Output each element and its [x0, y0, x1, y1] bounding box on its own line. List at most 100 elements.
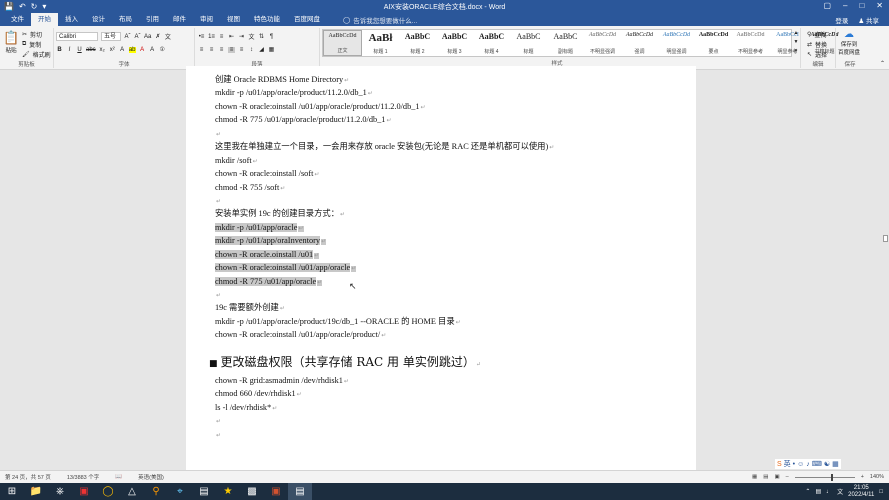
zoom-thumb[interactable] — [830, 473, 833, 481]
tab-features[interactable]: 特色功能 — [247, 13, 287, 26]
tell-me-box[interactable]: ◯ 告诉我您想要做什么... — [343, 15, 417, 25]
shrink-font-icon[interactable]: Aˇ — [134, 34, 141, 40]
vpn-icon[interactable]: ⎈ — [48, 483, 72, 500]
style-heading3[interactable]: AaBbC 标题 3 — [436, 30, 473, 56]
tab-layout[interactable]: 布局 — [112, 13, 139, 26]
word-count[interactable]: 13/3883 个字 — [67, 473, 99, 481]
font-size-box[interactable]: 五号 — [101, 32, 121, 41]
zoom-slider[interactable] — [794, 473, 855, 481]
cube-app-icon[interactable]: △ — [120, 483, 144, 500]
chinese-layout-icon[interactable]: 文 — [248, 32, 255, 41]
vertical-scrollbar[interactable] — [881, 70, 889, 470]
tab-baidu[interactable]: 百度网盘 — [287, 13, 327, 26]
bullets-icon[interactable]: •≡ — [198, 34, 205, 40]
align-right-icon[interactable]: ≡ — [218, 47, 225, 53]
language[interactable]: 英语(美国) — [138, 473, 164, 481]
tab-references[interactable]: 引用 — [139, 13, 166, 26]
sort-icon[interactable]: ⇅ — [258, 33, 265, 40]
cut-button[interactable]: ✂ 剪切 — [22, 30, 42, 39]
zoom-level[interactable]: 140% — [870, 474, 884, 480]
tools-icon[interactable]: ▦ — [832, 460, 839, 468]
chrome-icon[interactable]: ◯ — [96, 483, 120, 500]
style-heading1[interactable]: AaBł 标题 1 — [362, 30, 399, 56]
char-shading-icon[interactable]: A — [149, 47, 156, 53]
decrease-indent-icon[interactable]: ⇤ — [228, 33, 235, 40]
search-app-icon[interactable]: ⚲ — [144, 483, 168, 500]
superscript-icon[interactable]: x² — [109, 47, 116, 53]
style-title[interactable]: AaBbC 标题 — [510, 30, 547, 56]
wps-icon[interactable]: ▣ — [72, 483, 96, 500]
style-emphasis[interactable]: AaBbCcDd 强调 — [621, 30, 658, 56]
grow-font-icon[interactable]: Aˆ — [124, 34, 131, 40]
style-intense-emphasis[interactable]: AaBbCcDd 明显强调 — [658, 30, 695, 56]
underline-icon[interactable]: U — [76, 47, 83, 53]
file-explorer-icon[interactable]: 📁 — [24, 483, 48, 500]
find-button[interactable]: ⚲ 查找 — [807, 30, 826, 39]
login-link[interactable]: 登录 — [835, 15, 848, 25]
font-name-box[interactable]: Calibri — [56, 32, 98, 41]
format-painter-button[interactable]: 🖌 格式刷 — [22, 50, 51, 59]
tab-file[interactable]: 文件 — [4, 13, 31, 26]
strikethrough-icon[interactable]: abc — [86, 47, 96, 53]
multilevel-icon[interactable]: ≡ — [218, 34, 225, 40]
tab-insert[interactable]: 插入 — [58, 13, 85, 26]
save-baidu-button[interactable]: ☁ 保存到 百度网盘 — [838, 29, 860, 56]
word-app-icon[interactable]: ▤ — [288, 483, 312, 500]
proofing-icon[interactable]: 📖 — [115, 474, 122, 480]
tray-ime-icon[interactable]: 文 — [837, 487, 843, 496]
clock[interactable]: 21:05 2022/4/11 — [848, 485, 874, 499]
highlight-icon[interactable]: ab — [128, 46, 136, 53]
tab-home[interactable]: 开始 — [31, 13, 58, 26]
web-layout-icon[interactable]: ▣ — [774, 474, 779, 480]
start-icon[interactable]: ⊞ — [0, 483, 24, 500]
more-styles-icon[interactable]: ▾ — [793, 47, 799, 56]
ribbon-options-icon[interactable]: ▢ — [823, 1, 831, 10]
mic-icon[interactable]: ♪ — [806, 461, 810, 468]
ime-lang[interactable]: 英 — [784, 459, 791, 469]
style-subtle-emphasis[interactable]: AaBbCcDd 不明显强调 — [584, 30, 621, 56]
network-icon[interactable]: ▤ — [815, 488, 821, 495]
show-marks-icon[interactable]: ¶ — [268, 34, 275, 40]
punct-icon[interactable]: • — [793, 461, 795, 468]
styles-scroll[interactable]: ▲ ▼ ▾ — [793, 29, 799, 57]
numbering-icon[interactable]: 1≡ — [208, 34, 215, 40]
share-button[interactable]: ♟ 共享 — [858, 15, 879, 25]
style-strong[interactable]: AaBbCcDd 要点 — [695, 30, 732, 56]
italic-icon[interactable]: I — [66, 47, 73, 53]
copy-button[interactable]: ⧉ 复制 — [22, 40, 41, 49]
tab-view[interactable]: 视图 — [220, 13, 247, 26]
page-count[interactable]: 第 24 页，共 57 页 — [5, 473, 51, 481]
justify-icon[interactable]: ≡ — [228, 46, 235, 53]
bold-icon[interactable]: B — [56, 47, 63, 53]
emoji-icon[interactable]: ☺ — [797, 461, 804, 468]
zoom-out-icon[interactable]: – — [786, 474, 789, 480]
font-color-icon[interactable]: A — [139, 47, 146, 53]
minimize-icon[interactable]: – — [843, 1, 847, 10]
scroll-up-icon[interactable]: ▲ — [793, 29, 799, 38]
keyboard-icon[interactable]: ⌨ — [812, 460, 822, 468]
paste-button[interactable]: 📋 粘贴 — [3, 30, 19, 54]
tab-review[interactable]: 审阅 — [193, 13, 220, 26]
powerpoint-icon[interactable]: ▣ — [264, 483, 288, 500]
phonetic-icon[interactable]: 文 — [164, 32, 171, 41]
tray-arrow-icon[interactable]: ⌃ — [805, 488, 810, 495]
replace-button[interactable]: ⇄ 替换 — [807, 40, 827, 49]
tab-mailings[interactable]: 邮件 — [166, 13, 193, 26]
read-mode-icon[interactable]: ▦ — [752, 474, 757, 480]
media-app-icon[interactable]: ▩ — [240, 483, 264, 500]
star-app-icon[interactable]: ★ — [216, 483, 240, 500]
close-icon[interactable]: ✕ — [876, 1, 883, 10]
scroll-down-icon[interactable]: ▼ — [793, 38, 799, 47]
notification-icon[interactable]: □ — [879, 489, 883, 495]
text-effects-icon[interactable]: A — [119, 47, 126, 53]
document-page[interactable]: 创建 Oracle RDBMS Home Directory↵ mkdir -p… — [186, 66, 696, 470]
shading-icon[interactable]: ◢ — [258, 46, 265, 53]
style-heading2[interactable]: AaBbC 标题 2 — [399, 30, 436, 56]
network-tool-icon[interactable]: ⌖ — [168, 483, 192, 500]
collapse-ribbon-icon[interactable]: ⌃ — [880, 60, 885, 67]
ime-toolbar[interactable]: S 英 • ☺ ♪ ⌨ ☯ ▦ — [775, 459, 841, 469]
skin-icon[interactable]: ☯ — [824, 460, 830, 468]
scroll-thumb[interactable] — [883, 235, 888, 242]
line-spacing-icon[interactable]: ↕ — [248, 47, 255, 53]
subscript-icon[interactable]: x₂ — [99, 47, 106, 53]
